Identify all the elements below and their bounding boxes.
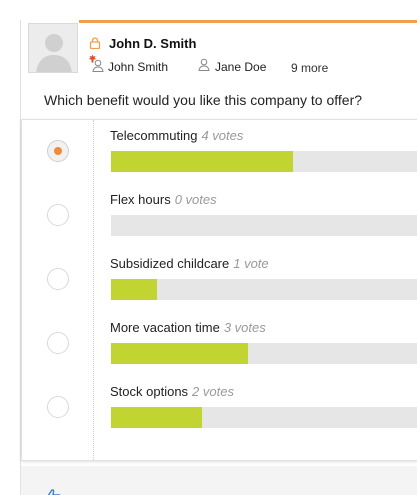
- poll-radio[interactable]: [47, 332, 69, 354]
- poll-bar-fill: [111, 407, 202, 428]
- person-icon: [198, 58, 210, 71]
- post-card: John D. Smith John Smith Jane Doe 9 more…: [20, 20, 417, 495]
- more-recipients-link[interactable]: 9 more: [291, 61, 328, 75]
- lock-icon: [89, 37, 101, 49]
- poll-radio[interactable]: [47, 140, 69, 162]
- poll-option-label: Subsidized childcare: [110, 256, 230, 271]
- poll-radio[interactable]: [47, 204, 69, 226]
- poll-option-votes: 1 vote: [233, 256, 269, 271]
- poll-option-label: More vacation time: [110, 320, 220, 335]
- person-icon: [92, 59, 104, 72]
- poll-option-label: Stock options: [110, 384, 189, 399]
- post-body: John D. Smith John Smith Jane Doe 9 more…: [21, 20, 417, 466]
- poll-option-votes: 3 votes: [223, 320, 266, 335]
- poll-radio[interactable]: [47, 268, 69, 290]
- poll-option-votes: 2 votes: [192, 384, 234, 399]
- recipient-jane-doe[interactable]: Jane Doe: [215, 60, 266, 74]
- poll-option[interactable]: More vacation time 3 votes: [22, 312, 417, 376]
- poll-bar-track: [111, 407, 417, 428]
- poll-option[interactable]: Stock options 2 votes: [22, 376, 417, 440]
- accent-bar: [79, 20, 417, 23]
- poll-option-votes: 0 votes: [174, 192, 217, 207]
- default-avatar-icon[interactable]: [28, 23, 78, 73]
- poll: Telecommuting 4 votes Flex hours 0 votes S…: [21, 119, 417, 461]
- poll-bar-track: [111, 279, 417, 300]
- poll-bar-track: [111, 215, 417, 236]
- poll-option-label: Telecommuting: [110, 128, 198, 143]
- poll-bar-track: [111, 343, 417, 364]
- poll-option-votes: 4 votes: [201, 128, 244, 143]
- poll-bar-fill: [111, 343, 249, 364]
- author-name[interactable]: John D. Smith: [109, 36, 196, 51]
- poll-option[interactable]: Flex hours 0 votes: [22, 184, 417, 248]
- poll-option-label: Flex hours: [110, 192, 171, 207]
- poll-bar-fill: [111, 151, 293, 172]
- poll-bar-fill: [111, 279, 158, 300]
- poll-option[interactable]: Telecommuting 4 votes: [22, 120, 417, 184]
- poll-question: Which benefit would you like this compan…: [44, 92, 363, 108]
- radio-selected-dot: [54, 147, 62, 155]
- poll-option[interactable]: Subsidized childcare 1 vote: [22, 248, 417, 312]
- recipient-john-smith[interactable]: John Smith: [108, 60, 168, 74]
- poll-radio[interactable]: [47, 396, 69, 418]
- poll-bar-track: [111, 151, 417, 172]
- thumbs-up-icon[interactable]: [43, 487, 63, 495]
